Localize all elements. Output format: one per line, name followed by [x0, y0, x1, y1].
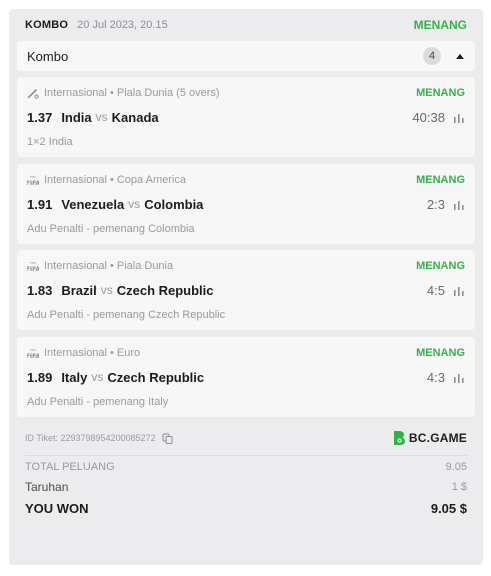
match-score: 2:3 [426, 196, 445, 212]
bet-selection: 1×2 India [27, 136, 73, 148]
winnings-label: YOU WON [25, 500, 89, 516]
bet-odds: 1.37 [27, 109, 53, 125]
svg-text:FIFA: FIFA [27, 180, 39, 186]
svg-text:FIFA: FIFA [27, 266, 39, 272]
bet-selection: Adu Penalti - pemenang Colombia [27, 223, 195, 235]
vs-label: vs [95, 110, 108, 124]
svg-text:FIFA: FIFA [30, 348, 37, 352]
bet-category: Internasional [44, 347, 107, 359]
winnings-value: 9.05 $ [430, 500, 467, 516]
away-team: Kanada [111, 109, 159, 125]
total-odds-label: TOTAL PELUANG [25, 461, 115, 473]
away-team: Colombia [144, 196, 204, 212]
bet-selection: Adu Penalti - pemenang Italy [27, 396, 169, 408]
bet-selection: Adu Penalti - pemenang Czech Republic [27, 309, 226, 321]
home-team: Brazil [61, 282, 97, 298]
away-team: Czech Republic [116, 282, 214, 298]
bet-card: FIFA FIFA Internasional • Copa America MENA… [17, 164, 475, 244]
bet-status-badge: MENANG [416, 260, 465, 272]
bet-card: FIFA FIFA Internasional • Euro MENANG 1.89 … [17, 337, 475, 417]
combo-title: Kombo [27, 48, 69, 64]
bet-league: Copa America [116, 174, 186, 186]
divider [25, 455, 467, 456]
cricket-icon [27, 87, 39, 99]
brand-name: BC.GAME [408, 431, 467, 445]
svg-text:FIFA: FIFA [27, 353, 39, 359]
home-team: Italy [61, 369, 88, 385]
svg-text:FIFA: FIFA [30, 175, 37, 179]
stake-row: Taruhan 1 $ [25, 480, 467, 494]
bet-card: Internasional • Piala Dunia (5 overs) MENA… [17, 77, 475, 157]
stake-value: 1 $ [451, 481, 467, 493]
bet-odds: 1.89 [27, 369, 53, 385]
vs-label: vs [91, 370, 104, 384]
match-score: 40:38 [412, 109, 445, 125]
bet-type-label: KOMBO [25, 19, 69, 31]
bet-ticket: KOMBO 20 Jul 2023, 20.15 MENANG Kombo 4 … [9, 9, 483, 565]
ticket-status-badge: MENANG [413, 18, 467, 32]
home-team: Venezuela [61, 196, 125, 212]
fifa-icon: FIFA FIFA [27, 347, 39, 359]
bet-league: Euro [116, 347, 141, 359]
bet-odds: 1.91 [27, 196, 53, 212]
match-score: 4:5 [426, 282, 445, 298]
bet-status-badge: MENANG [416, 174, 465, 186]
copy-icon[interactable] [162, 433, 173, 444]
fifa-icon: FIFA FIFA [27, 174, 39, 186]
vs-label: vs [128, 197, 141, 211]
ticket-id-row: ID Tiket: 2293798954200085272 BC.GAME [25, 429, 467, 447]
bet-category: Internasional [44, 260, 107, 272]
stake-label: Taruhan [25, 480, 69, 494]
home-team: India [61, 109, 92, 125]
vs-label: vs [100, 283, 113, 297]
bet-category: Internasional [44, 87, 107, 99]
stats-icon[interactable] [453, 112, 465, 123]
caret-up-icon[interactable] [456, 53, 464, 59]
bet-card: FIFA FIFA Internasional • Piala Dunia MENAN… [17, 250, 475, 330]
match-score: 4:3 [426, 369, 445, 385]
combo-toggle[interactable]: Kombo 4 [17, 41, 475, 71]
bet-league: Piala Dunia [116, 260, 174, 272]
winnings-row: YOU WON 9.05 $ [25, 499, 467, 517]
bet-league: Piala Dunia (5 overs) [116, 87, 220, 99]
stats-icon[interactable] [453, 199, 465, 210]
bc-game-logo: BC.GAME [392, 430, 467, 446]
bet-date: 20 Jul 2023, 20.15 [77, 19, 168, 31]
ticket-id: ID Tiket: 2293798954200085272 [25, 433, 156, 443]
away-team: Czech Republic [107, 369, 205, 385]
total-odds-value: 9.05 [445, 461, 467, 473]
bet-status-badge: MENANG [416, 347, 465, 359]
bet-odds: 1.83 [27, 282, 53, 298]
combo-count-badge: 4 [423, 47, 441, 65]
ticket-header: KOMBO 20 Jul 2023, 20.15 MENANG [9, 9, 483, 41]
svg-text:FIFA: FIFA [30, 261, 37, 265]
stats-icon[interactable] [453, 372, 465, 383]
bet-category: Internasional [44, 174, 107, 186]
fifa-icon: FIFA FIFA [27, 260, 39, 272]
bc-game-logo-mark [393, 431, 405, 445]
bet-status-badge: MENANG [416, 87, 465, 99]
total-odds-row: TOTAL PELUANG 9.05 [25, 460, 467, 474]
stats-icon[interactable] [453, 285, 465, 296]
